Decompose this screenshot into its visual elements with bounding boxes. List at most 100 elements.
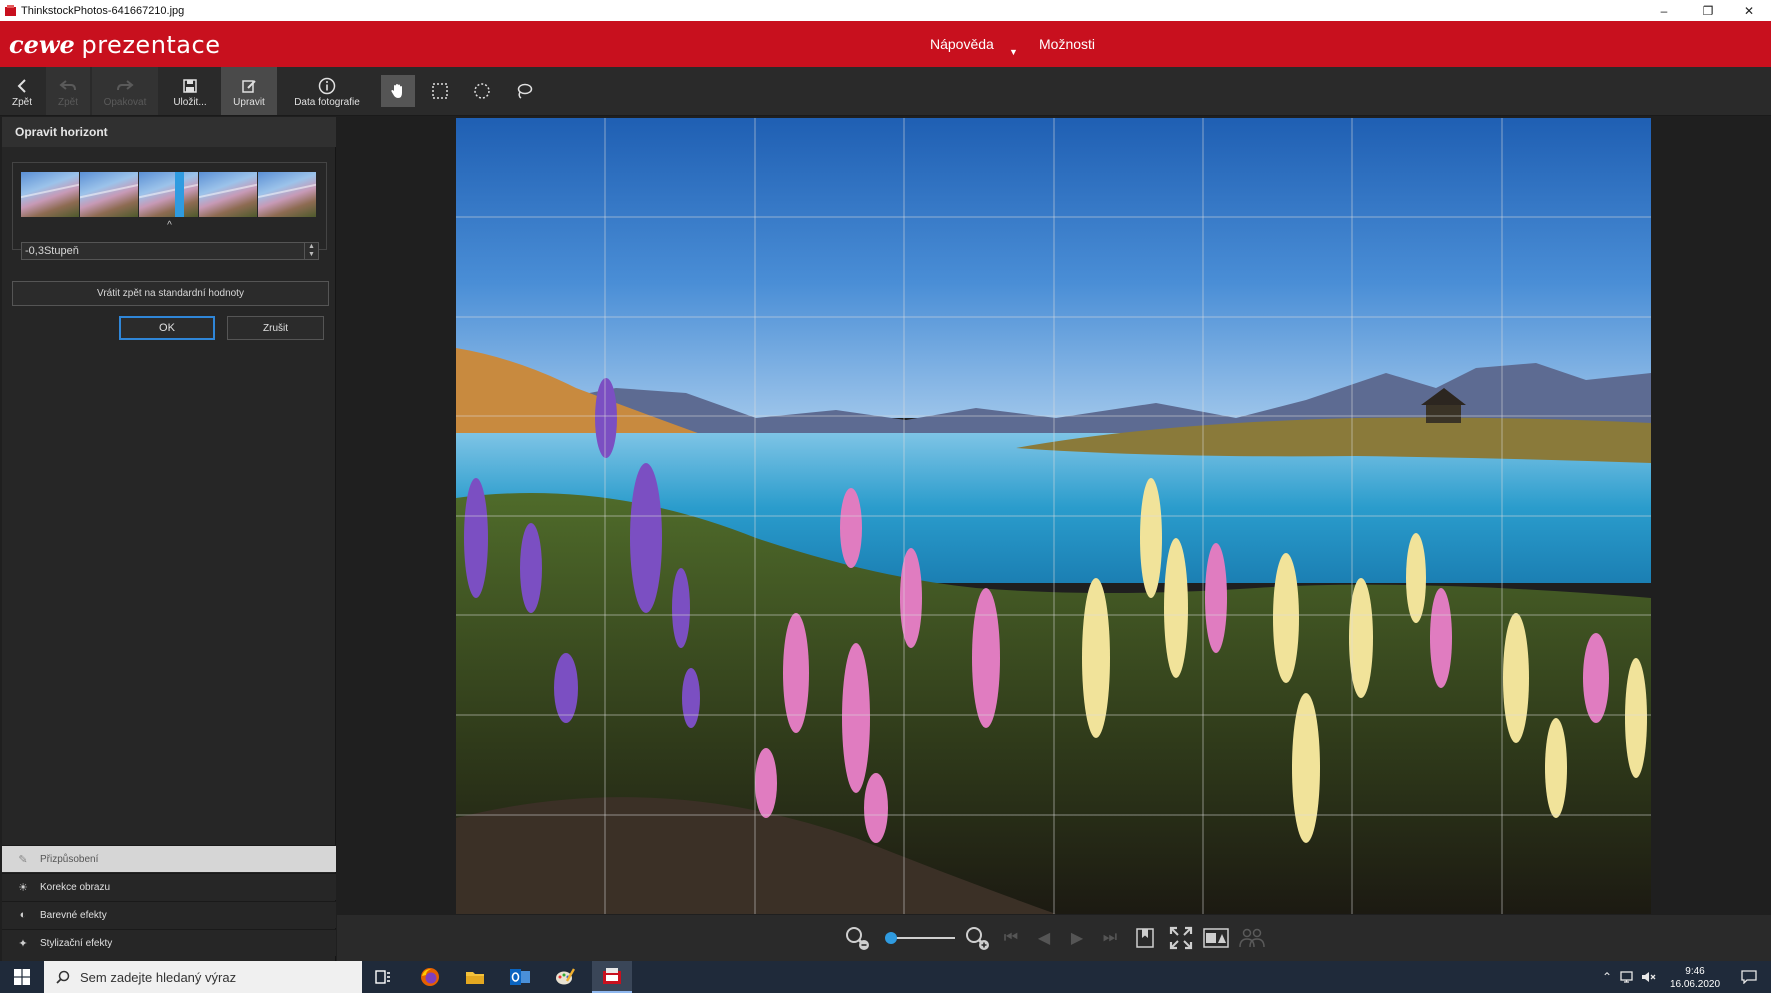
photo-data-label: Data fotografie	[294, 96, 360, 108]
section-label: Barevné efekty	[40, 909, 107, 921]
task-view-icon	[375, 970, 390, 984]
close-button[interactable]: ✕	[1729, 0, 1769, 21]
zoom-navigation-bar: ⏮ ◀ ▶ ⏭	[337, 915, 1771, 961]
adjust-icon: ✎	[18, 853, 28, 866]
angle-input[interactable]: -0,3Stupeň ▲ ▼	[21, 242, 319, 260]
restore-button[interactable]: ❐	[1688, 0, 1728, 21]
menu-options[interactable]: Možnosti	[1039, 36, 1095, 52]
lasso-tool[interactable]	[507, 75, 541, 107]
fit-screen-icon[interactable]	[1167, 925, 1195, 951]
windows-icon	[14, 969, 30, 985]
start-button[interactable]	[0, 961, 44, 993]
clock-time: 9:46	[1685, 966, 1705, 977]
lasso-icon	[517, 83, 533, 99]
window-title: ThinkstockPhotos-641667210.jpg	[21, 4, 185, 17]
ellipse-select-icon	[474, 83, 490, 99]
save-icon	[183, 78, 197, 93]
preview-frames[interactable]	[21, 172, 317, 217]
first-page-icon[interactable]: ⏮	[1000, 925, 1022, 951]
undo-button[interactable]: Zpět	[46, 67, 90, 115]
compare-view-icon[interactable]	[1201, 925, 1231, 951]
preview-frame[interactable]	[257, 172, 317, 217]
taskbar-search[interactable]: Sem zadejte hledaný výraz	[44, 961, 362, 993]
edit-button[interactable]: Upravit	[221, 67, 277, 115]
photo-data-button[interactable]: Data fotografie	[284, 67, 370, 115]
zoom-slider-handle[interactable]	[885, 932, 897, 944]
preview-frame[interactable]	[139, 172, 198, 217]
zoom-out-button[interactable]	[842, 925, 872, 951]
photo-canvas[interactable]	[337, 117, 1771, 915]
window-titlebar: ThinkstockPhotos-641667210.jpg – ❐ ✕	[0, 0, 1771, 21]
undo-icon	[59, 79, 76, 90]
horizon-panel: Opravit horizont ^ -0,3Stupeň ▲ ▼ Vrátit …	[2, 117, 336, 961]
hand-icon	[391, 84, 402, 98]
section-label: Korekce obrazu	[40, 881, 111, 893]
horizon-preview-strip: ^ -0,3Stupeň ▲ ▼	[12, 162, 327, 260]
notifications-icon[interactable]	[1734, 961, 1764, 993]
reset-defaults-button[interactable]: Vrátit zpět na standardní hodnoty	[12, 281, 329, 306]
taskbar-clock[interactable]: 9:46 16.06.2020	[1660, 965, 1730, 991]
zoom-out-icon	[846, 927, 869, 950]
taskbar-file-explorer[interactable]	[455, 961, 495, 993]
main-toolbar: Zpět Zpět Opakovat Uložit... Upravit Dat…	[0, 67, 1771, 116]
back-label: Zpět	[11, 96, 32, 108]
menu-help[interactable]: Nápověda	[930, 36, 994, 52]
cewe-app-icon	[603, 968, 621, 984]
taskbar-outlook[interactable]	[500, 961, 540, 993]
taskbar-paint[interactable]	[545, 961, 585, 993]
photo-image[interactable]	[456, 118, 1651, 914]
section-color-effects[interactable]: ◐ Barevné efekty	[2, 901, 336, 928]
section-style-effects[interactable]: ✦ Stylizační efekty	[2, 929, 336, 956]
volume-muted-icon[interactable]	[1640, 961, 1658, 993]
outlook-icon	[510, 969, 530, 985]
cancel-button[interactable]: Zrušit	[227, 316, 324, 340]
last-page-icon[interactable]: ⏭	[1099, 925, 1121, 951]
taskbar-cewe[interactable]	[592, 961, 632, 993]
ellipse-select-tool[interactable]	[465, 75, 499, 107]
color-icon: ◐	[19, 909, 27, 921]
style-icon: ✦	[18, 937, 28, 950]
search-icon	[56, 970, 70, 984]
people-icon[interactable]	[1237, 925, 1267, 951]
redo-icon	[117, 79, 134, 90]
zoom-in-icon	[966, 927, 989, 950]
preview-frame[interactable]	[198, 172, 257, 217]
redo-button[interactable]: Opakovat	[92, 67, 158, 115]
back-button[interactable]: Zpět	[0, 67, 44, 115]
save-button[interactable]: Uložit...	[162, 67, 218, 115]
app-header: cewe prezentace Nápověda ▼ Možnosti	[0, 21, 1771, 67]
network-icon[interactable]	[1618, 961, 1638, 993]
section-adjust[interactable]: ✎ Přizpůsobení	[2, 845, 336, 872]
angle-stepper[interactable]: ▲ ▼	[304, 243, 318, 259]
rectangle-select-tool[interactable]	[423, 75, 457, 107]
angle-value: -0,3Stupeň	[25, 245, 79, 257]
task-view-button[interactable]	[363, 961, 403, 993]
ok-button[interactable]: OK	[119, 316, 215, 340]
zoom-slider[interactable]	[889, 937, 955, 939]
section-label: Přizpůsobení	[40, 853, 99, 865]
section-label: Stylizační efekty	[40, 937, 113, 949]
logo-brand: cewe	[9, 30, 75, 59]
hand-tool[interactable]	[381, 75, 415, 107]
redo-label: Opakovat	[103, 96, 147, 108]
zoom-in-button[interactable]	[962, 925, 992, 951]
clock-date: 16.06.2020	[1669, 979, 1721, 990]
angle-marker[interactable]	[175, 172, 184, 217]
info-icon	[318, 77, 336, 94]
chevron-left-icon	[17, 78, 26, 93]
preview-frame[interactable]	[21, 172, 80, 217]
minimize-button[interactable]: –	[1644, 0, 1684, 21]
rectangle-select-icon	[432, 83, 448, 99]
logo-product: prezentace	[81, 31, 221, 59]
tray-chevron-up-icon[interactable]: ⌃	[1598, 961, 1616, 993]
angle-indicator: ^	[167, 220, 172, 231]
search-placeholder: Sem zadejte hledaný výraz	[80, 969, 237, 985]
chevron-down-icon[interactable]: ▼	[1009, 47, 1018, 57]
next-page-icon[interactable]: ▶	[1066, 925, 1088, 951]
bookmark-page-icon[interactable]	[1132, 925, 1158, 951]
previous-page-icon[interactable]: ◀	[1033, 925, 1055, 951]
section-image-correction[interactable]: ☀ Korekce obrazu	[2, 873, 336, 900]
taskbar-firefox[interactable]	[410, 961, 450, 993]
save-label: Uložit...	[173, 96, 207, 108]
preview-frame[interactable]	[80, 172, 139, 217]
